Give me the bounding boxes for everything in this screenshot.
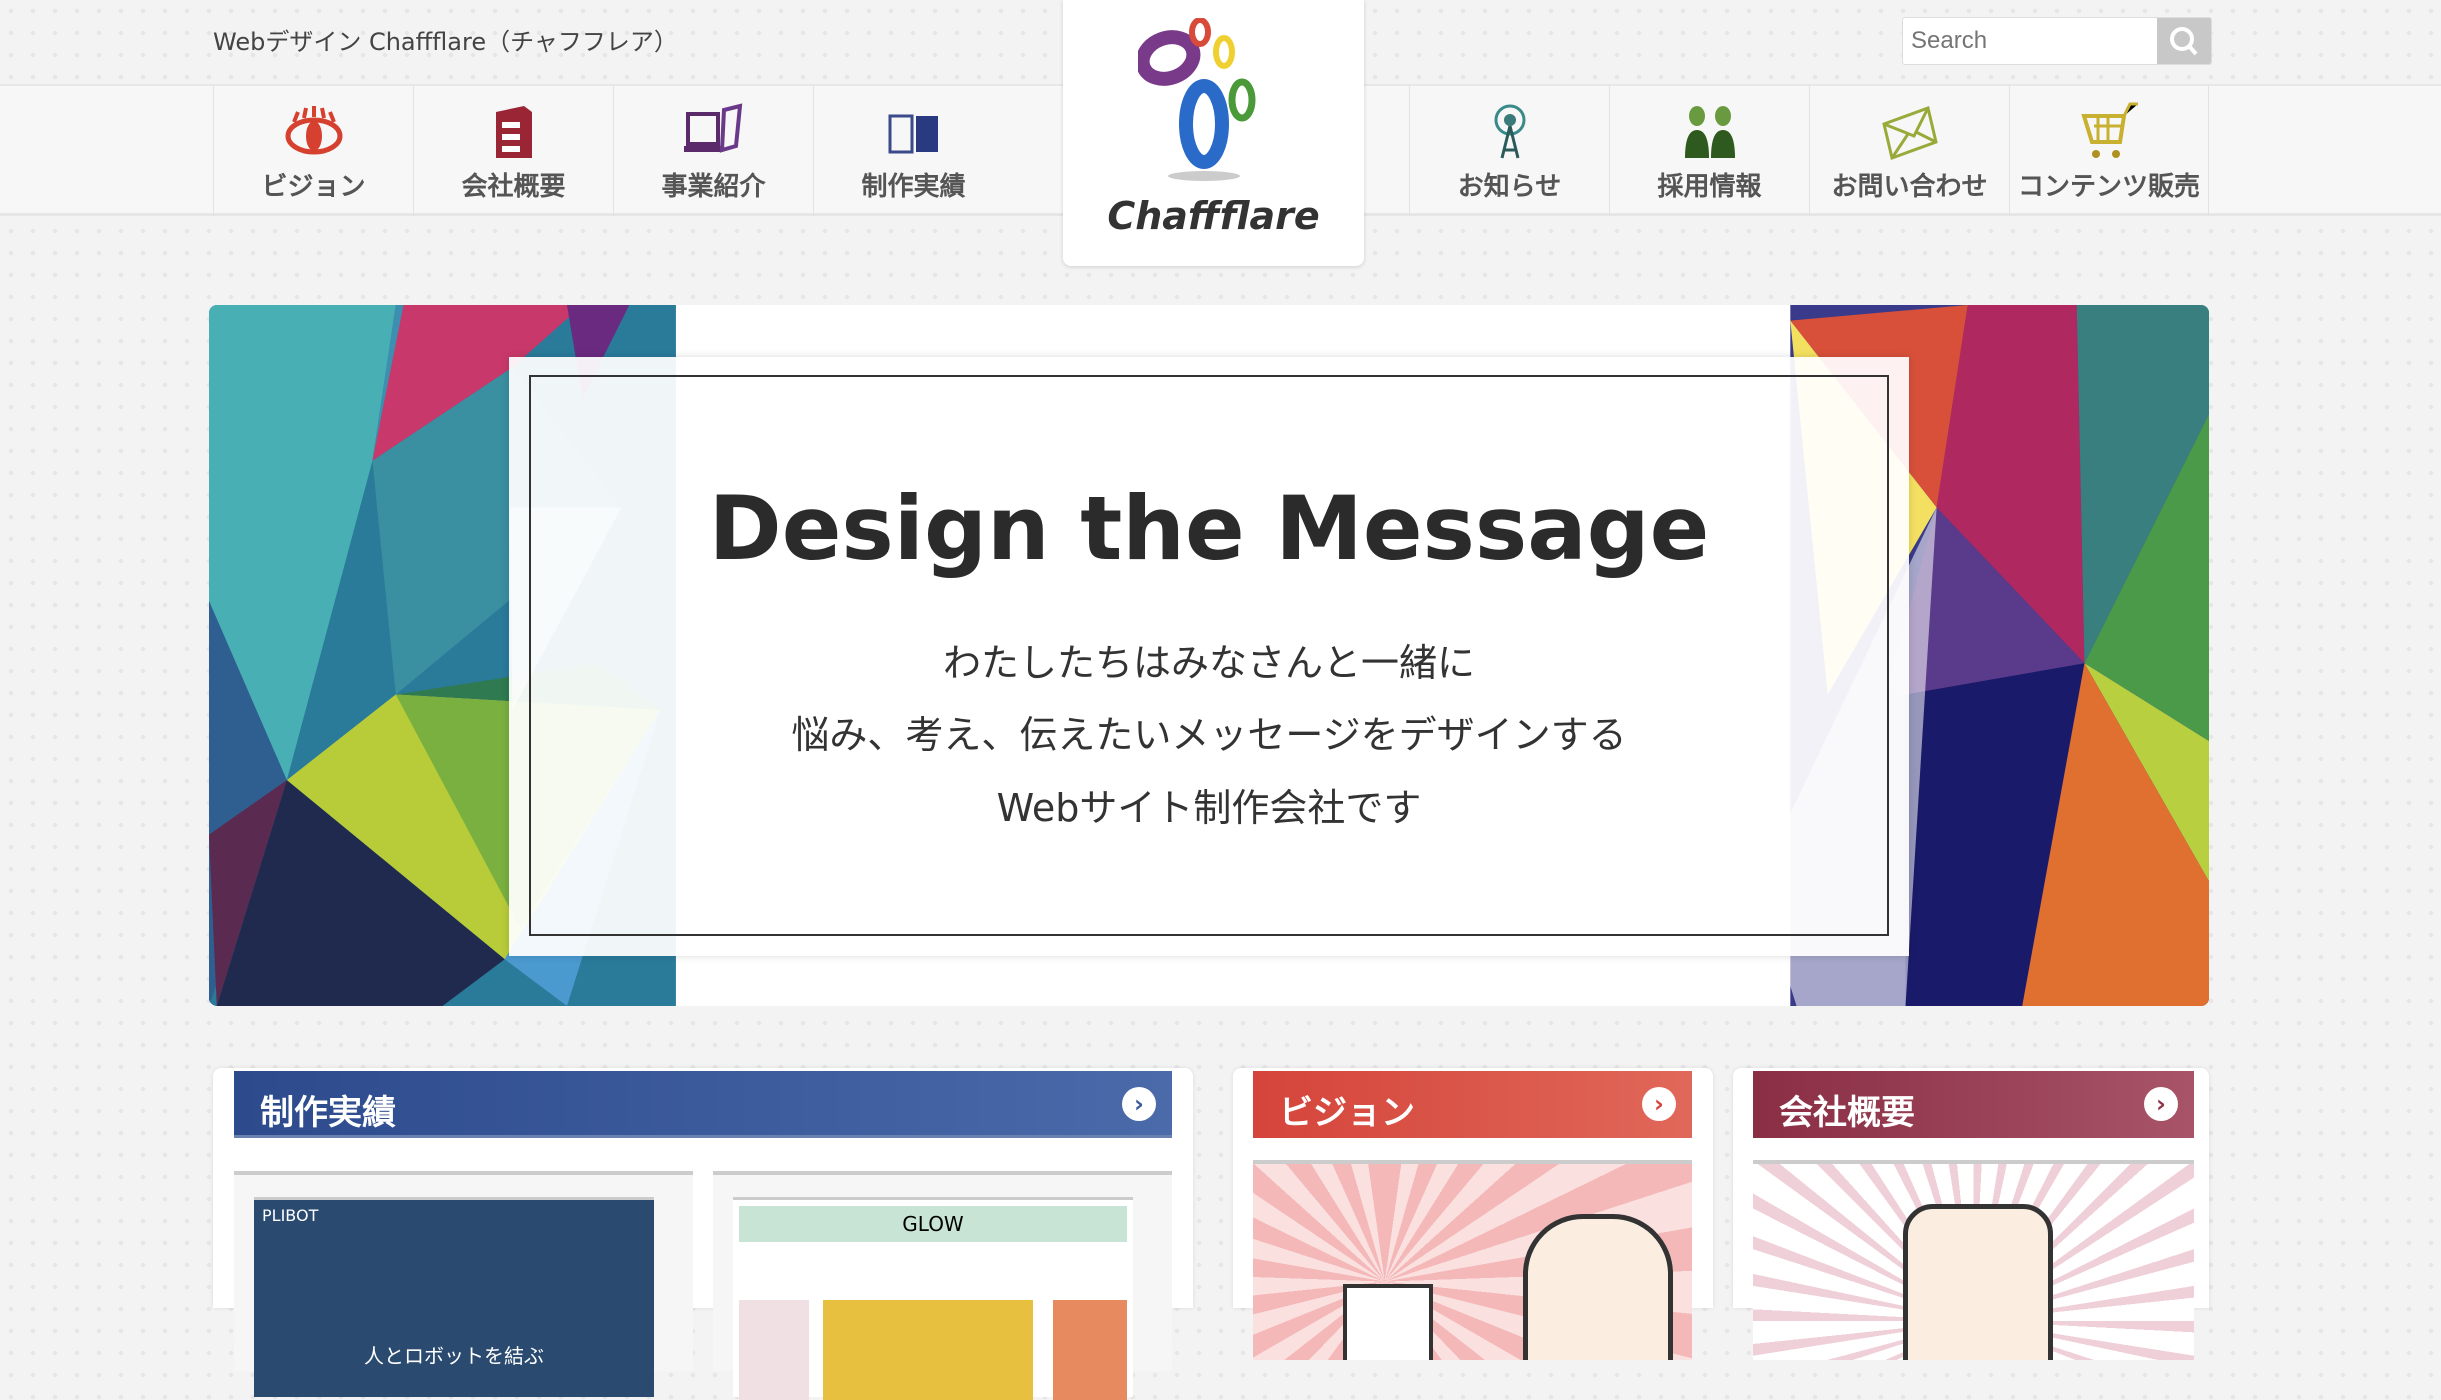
vision-illustration[interactable]: [1253, 1160, 1692, 1360]
devices-icon: [684, 103, 743, 153]
nav-label: 事業紹介: [661, 172, 766, 202]
cart-icon: [2081, 102, 2138, 158]
nav-item-recruit[interactable]: 採用情報: [1609, 86, 1809, 216]
company-illustration[interactable]: [1753, 1160, 2194, 1360]
works-card: 制作実績 › PLIBOT 人とロボットを結ぶ GLOW: [213, 1068, 1193, 1400]
vision-card: ビジョン ›: [1233, 1068, 1713, 1360]
people-icon: [1685, 106, 1735, 158]
antenna-icon: [1494, 104, 1526, 159]
thumb-caption: 人とロボットを結ぶ: [364, 1344, 544, 1368]
arrow-right-icon[interactable]: ›: [1122, 1087, 1156, 1121]
banner-line: わたしたちはみなさんと一緒に: [942, 641, 1475, 685]
work-screenshot: GLOW: [733, 1197, 1133, 1400]
banner-line: 悩み、考え、伝えたいメッセージをデザインする: [791, 713, 1627, 757]
logo-mark: [1138, 18, 1256, 181]
work-screenshot: PLIBOT 人とロボットを結ぶ: [254, 1197, 654, 1397]
card-title: ビジョン: [1279, 1093, 1415, 1133]
nav-item-works[interactable]: 制作実績: [813, 86, 1013, 216]
banner-heading: Design the Message: [708, 477, 1710, 580]
nav-item-news[interactable]: お知らせ: [1409, 86, 1609, 216]
search-icon: [2170, 27, 2198, 56]
eye-icon: [285, 106, 343, 155]
nav-item-vision[interactable]: ビジョン: [213, 86, 413, 216]
nav-item-shop[interactable]: コンテンツ販売: [2009, 86, 2209, 216]
nav-label: 制作実績: [861, 172, 966, 202]
nav-label: お知らせ: [1457, 172, 1562, 202]
card-title: 会社概要: [1779, 1093, 1915, 1133]
site-title: Webデザイン Chaffflare（チャフフレア）: [213, 28, 678, 56]
nav-label: 採用情報: [1657, 172, 1762, 202]
nav-item-business[interactable]: 事業紹介: [613, 86, 813, 216]
hero-banner: Design the Message わたしたちはみなさんと一緒に 悩み、考え、…: [209, 305, 2209, 1006]
banner-message-box: Design the Message わたしたちはみなさんと一緒に 悩み、考え、…: [509, 357, 1909, 956]
company-card-header[interactable]: 会社概要 ›: [1753, 1071, 2194, 1138]
arrow-right-icon[interactable]: ›: [1642, 1087, 1676, 1121]
nav-item-contact[interactable]: お問い合わせ: [1809, 86, 2009, 216]
nav-label: 会社概要: [461, 172, 566, 202]
nav-label: お問い合わせ: [1831, 172, 1988, 202]
nav-label: ビジョン: [261, 172, 366, 202]
company-card: 会社概要 ›: [1733, 1068, 2209, 1360]
work-thumbnail[interactable]: PLIBOT 人とロボットを結ぶ: [234, 1171, 693, 1397]
envelope-icon: [1882, 106, 1938, 160]
nav-item-company[interactable]: 会社概要: [413, 86, 613, 216]
search-input[interactable]: [1903, 18, 2159, 64]
banner-line: Webサイト制作会社です: [996, 786, 1422, 830]
work-thumbnail[interactable]: GLOW: [713, 1171, 1172, 1400]
arrow-right-icon[interactable]: ›: [2144, 1087, 2178, 1121]
vision-card-header[interactable]: ビジョン ›: [1253, 1071, 1692, 1138]
logo-text: Chaffflare: [1107, 194, 1320, 238]
works-card-header[interactable]: 制作実績 ›: [234, 1071, 1172, 1138]
logo[interactable]: Chaffflare: [1063, 0, 1364, 266]
building-icon: [496, 106, 532, 158]
search-box: [1902, 17, 2212, 65]
card-title: 制作実績: [260, 1093, 396, 1133]
nav-label: コンテンツ販売: [2017, 172, 2200, 202]
thumb-brand: GLOW: [739, 1206, 1127, 1242]
thumb-brand: PLIBOT: [262, 1206, 319, 1225]
book-icon: [888, 114, 938, 154]
search-button[interactable]: [2157, 18, 2211, 64]
